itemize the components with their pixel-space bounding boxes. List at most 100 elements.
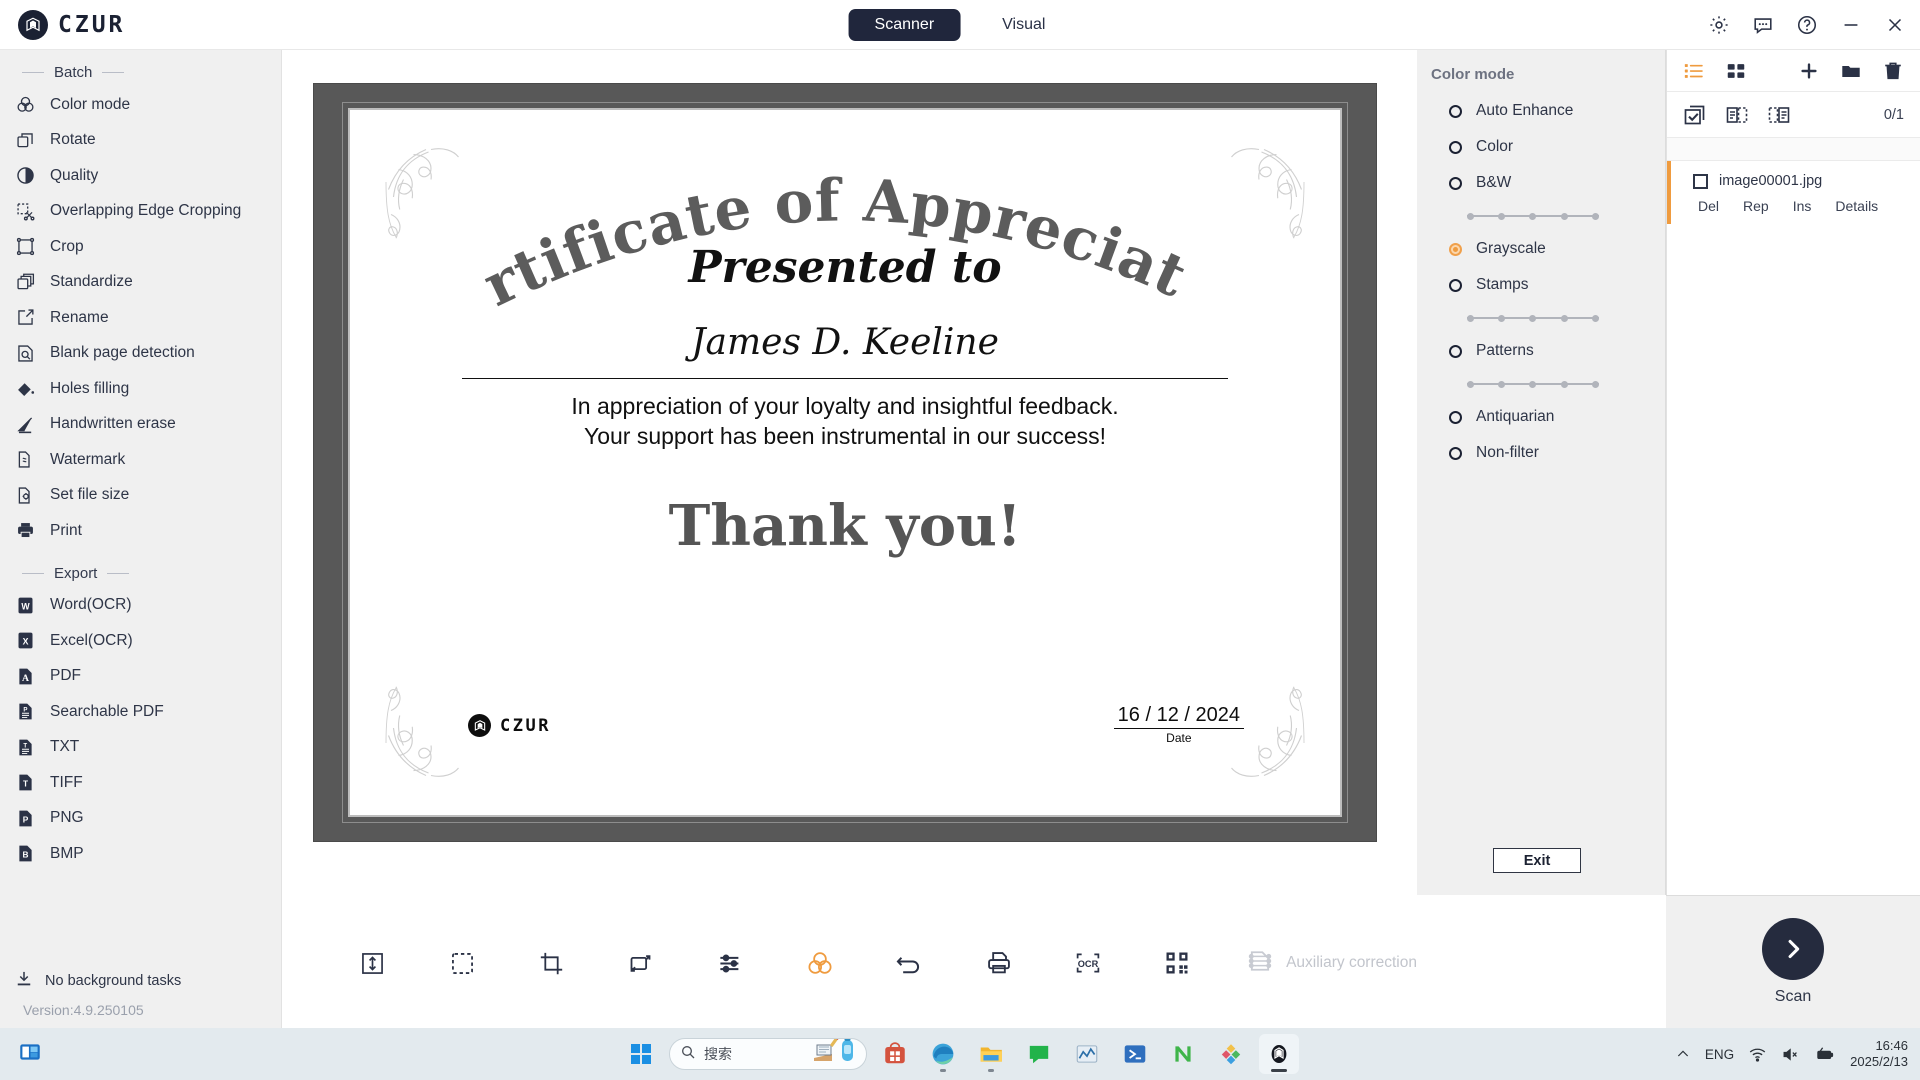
patterns-level-slider[interactable] xyxy=(1417,369,1665,399)
slider-tick[interactable] xyxy=(1529,212,1536,220)
file-action-rep[interactable]: Rep xyxy=(1743,198,1769,214)
input-language-label[interactable]: ENG xyxy=(1705,1047,1734,1062)
sidebar-item-watermark[interactable]: Watermark xyxy=(0,442,281,478)
radio-button[interactable] xyxy=(1449,104,1462,118)
sidebar-item-rotate[interactable]: Rotate xyxy=(0,123,281,159)
radio-button[interactable] xyxy=(1449,278,1462,292)
sidebar-item-png[interactable]: P PNG xyxy=(0,801,281,837)
folder-icon[interactable] xyxy=(1840,60,1862,82)
radio-button[interactable] xyxy=(1449,344,1462,358)
fit-height-icon[interactable] xyxy=(352,941,393,985)
slider-tick[interactable] xyxy=(1498,380,1505,388)
select-all-icon[interactable] xyxy=(1683,103,1707,127)
slider-tick[interactable] xyxy=(1529,314,1536,322)
sidebar-item-print[interactable]: Print xyxy=(0,513,281,549)
taskbar-app-powershell[interactable] xyxy=(1115,1034,1155,1074)
volume-muted-icon[interactable] xyxy=(1781,1045,1800,1064)
taskbar-app-nvidia[interactable] xyxy=(1163,1034,1203,1074)
sidebar-item-blank-page-detection[interactable]: Blank page detection xyxy=(0,336,281,372)
color-option-non-filter[interactable]: Non-filter xyxy=(1417,435,1665,471)
slider-tick[interactable] xyxy=(1561,212,1568,220)
sidebar-item-tiff[interactable]: T TIFF xyxy=(0,765,281,801)
undo-icon[interactable] xyxy=(888,941,929,985)
battery-charging-icon[interactable] xyxy=(1814,1045,1836,1064)
feedback-icon[interactable] xyxy=(1752,14,1774,36)
radio-button[interactable] xyxy=(1449,176,1462,190)
wifi-icon[interactable] xyxy=(1748,1045,1767,1064)
sidebar-item-pdf[interactable]: A PDF xyxy=(0,659,281,695)
print-icon[interactable] xyxy=(978,941,1019,985)
select-odd-icon[interactable] xyxy=(1725,103,1749,127)
stamps-level-slider[interactable] xyxy=(1417,303,1665,333)
select-even-icon[interactable] xyxy=(1767,103,1791,127)
slider-tick[interactable] xyxy=(1467,212,1474,220)
slider-tick[interactable] xyxy=(1561,380,1568,388)
exit-button[interactable]: Exit xyxy=(1493,848,1581,873)
sidebar-item-holes-filling[interactable]: Holes filling xyxy=(0,371,281,407)
color-option-auto-enhance[interactable]: Auto Enhance xyxy=(1417,93,1665,129)
ocr-icon[interactable]: OCR xyxy=(1067,941,1108,985)
sidebar-item-handwritten-erase[interactable]: Handwritten erase xyxy=(0,407,281,443)
slider-tick[interactable] xyxy=(1467,380,1474,388)
sidebar-item-searchable-pdf[interactable]: P Searchable PDF xyxy=(0,694,281,730)
taskbar-app-charts[interactable] xyxy=(1067,1034,1107,1074)
color-option-color[interactable]: Color xyxy=(1417,129,1665,165)
help-icon[interactable] xyxy=(1796,14,1818,36)
list-view-icon[interactable] xyxy=(1683,60,1705,82)
minimize-icon[interactable] xyxy=(1840,14,1862,36)
start-button[interactable] xyxy=(621,1034,661,1074)
radio-button[interactable] xyxy=(1449,446,1462,460)
sidebar-item-set-file-size[interactable]: Set file size xyxy=(0,478,281,514)
taskbar-app-store[interactable] xyxy=(875,1034,915,1074)
file-action-ins[interactable]: Ins xyxy=(1793,198,1812,214)
taskbar-app-file-explorer[interactable] xyxy=(971,1034,1011,1074)
color-option-bw[interactable]: B&W xyxy=(1417,165,1665,201)
scanned-document[interactable]: Certificate of Appreciation Presented to… xyxy=(314,84,1376,841)
sidebar-item-overlapping-edge-cropping[interactable]: Overlapping Edge Cropping xyxy=(0,194,281,230)
sidebar-item-crop[interactable]: Crop xyxy=(0,229,281,265)
sidebar-item-standardize[interactable]: Standardize xyxy=(0,265,281,301)
taskbar-app-chat[interactable] xyxy=(1019,1034,1059,1074)
bw-level-slider[interactable] xyxy=(1417,201,1665,231)
sidebar-item-quality[interactable]: Quality xyxy=(0,158,281,194)
settings-icon[interactable] xyxy=(1708,14,1730,36)
sidebar-item-color-mode[interactable]: Color mode xyxy=(0,87,281,123)
file-list-item[interactable]: image00001.jpg Del Rep Ins Details xyxy=(1667,161,1920,224)
crop-icon[interactable] xyxy=(531,941,572,985)
tab-scanner[interactable]: Scanner xyxy=(848,8,961,41)
radio-button[interactable] xyxy=(1449,410,1462,424)
radio-button[interactable] xyxy=(1449,140,1462,154)
radio-button[interactable] xyxy=(1449,242,1462,256)
color-option-stamps[interactable]: Stamps xyxy=(1417,267,1665,303)
taskbar-clock[interactable]: 16:46 2025/2/13 xyxy=(1850,1038,1908,1071)
slider-tick[interactable] xyxy=(1467,314,1474,322)
adjust-icon[interactable] xyxy=(710,941,751,985)
sidebar-item-bmp[interactable]: B BMP xyxy=(0,836,281,872)
sidebar-item-txt[interactable]: T TXT xyxy=(0,730,281,766)
taskbar-search[interactable]: 搜索 xyxy=(669,1038,867,1070)
file-action-del[interactable]: Del xyxy=(1698,198,1719,214)
delete-icon[interactable] xyxy=(1882,60,1904,82)
slider-tick[interactable] xyxy=(1561,314,1568,322)
taskbar-app-photos[interactable] xyxy=(1211,1034,1251,1074)
slider-tick[interactable] xyxy=(1498,212,1505,220)
color-option-antiquarian[interactable]: Antiquarian xyxy=(1417,399,1665,435)
grid-view-icon[interactable] xyxy=(1725,60,1747,82)
slider-track[interactable] xyxy=(1467,314,1599,322)
slider-tick[interactable] xyxy=(1592,212,1599,220)
slider-tick[interactable] xyxy=(1592,314,1599,322)
slider-track[interactable] xyxy=(1467,380,1599,388)
qrcode-icon[interactable] xyxy=(1157,941,1198,985)
file-checkbox[interactable] xyxy=(1693,173,1708,189)
scan-button[interactable] xyxy=(1762,918,1824,980)
color-option-patterns[interactable]: Patterns xyxy=(1417,333,1665,369)
color-mode-icon[interactable] xyxy=(799,941,840,985)
slider-tick[interactable] xyxy=(1498,314,1505,322)
tray-expand-icon[interactable] xyxy=(1675,1046,1691,1062)
select-area-icon[interactable] xyxy=(441,941,482,985)
add-icon[interactable] xyxy=(1798,60,1820,82)
slider-tick[interactable] xyxy=(1529,380,1536,388)
slider-tick[interactable] xyxy=(1592,380,1599,388)
close-icon[interactable] xyxy=(1884,14,1906,36)
task-view-icon[interactable] xyxy=(17,1039,43,1070)
